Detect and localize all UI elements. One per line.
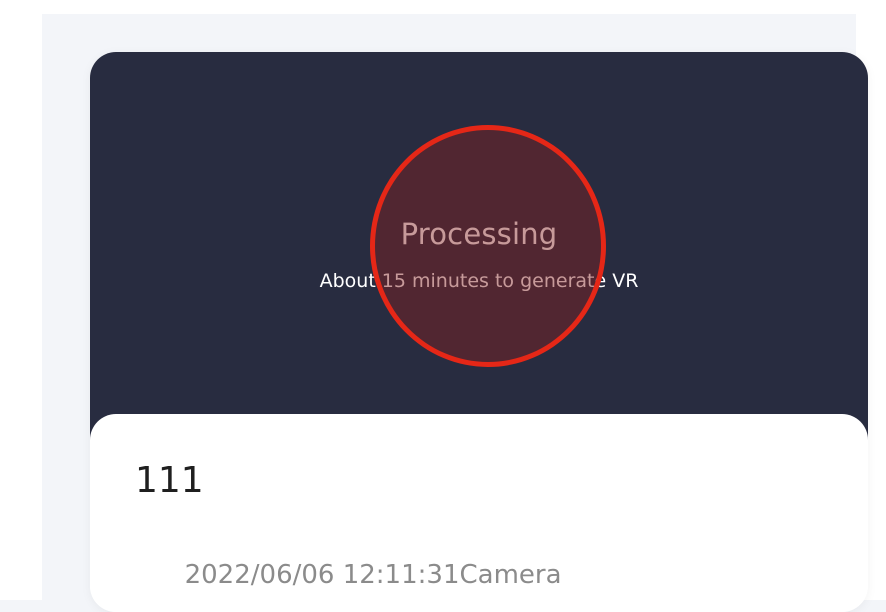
vr-preview-area[interactable]: Processing About 15 minutes to generate … — [90, 52, 868, 440]
card-info-panel: 111 2022/06/06 12:11:31Camera — [90, 414, 868, 612]
project-datetime: 2022/06/06 12:11:31 — [184, 560, 460, 590]
highlight-circle-annotation — [370, 125, 606, 367]
vr-project-card[interactable]: Processing About 15 minutes to generate … — [90, 52, 868, 612]
project-name: 111 — [135, 460, 204, 501]
left-background — [0, 0, 42, 600]
top-background — [0, 0, 886, 14]
project-source: Camera — [459, 560, 562, 590]
